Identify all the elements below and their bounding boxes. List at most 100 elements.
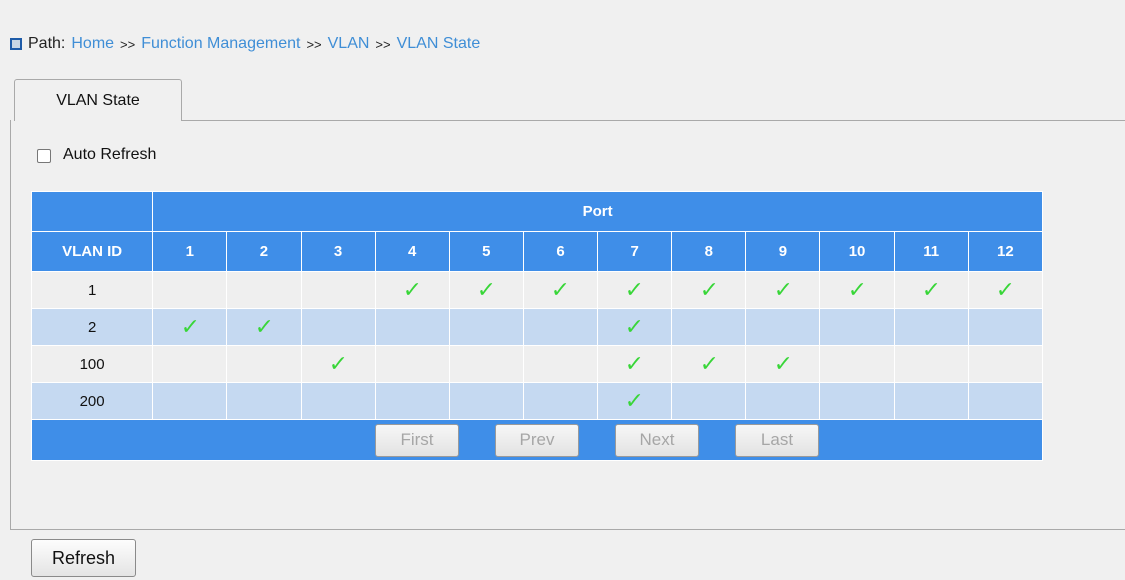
port-membership-cell xyxy=(819,382,895,420)
refresh-button[interactable]: Refresh xyxy=(31,539,136,577)
tab-vlan-state[interactable]: VLAN State xyxy=(14,79,182,121)
port-membership-cell xyxy=(226,382,302,420)
port-column-header: 8 xyxy=(671,231,747,272)
port-membership-cell xyxy=(152,382,228,420)
port-membership-cell: ✓ xyxy=(671,345,747,383)
port-membership-cell xyxy=(152,345,228,383)
port-membership-cell xyxy=(671,382,747,420)
table-row: 200 ✓ xyxy=(30,382,1044,420)
port-membership-cell xyxy=(226,345,302,383)
prev-page-button[interactable]: Prev xyxy=(495,423,579,457)
breadcrumb-function-management[interactable]: Function Management xyxy=(141,35,300,53)
port-column-header: 7 xyxy=(597,231,673,272)
port-membership-cell: ✓ xyxy=(522,271,599,309)
vlan-id-header: VLAN ID xyxy=(30,231,154,272)
port-membership-cell xyxy=(819,345,895,383)
port-membership-cell: ✓ xyxy=(597,308,673,346)
port-header: Port xyxy=(152,191,1043,232)
auto-refresh-toggle[interactable]: Auto Refresh xyxy=(37,146,156,164)
port-column-header: 4 xyxy=(374,231,450,272)
next-page-button[interactable]: Next xyxy=(615,423,699,457)
port-membership-cell: ✓ xyxy=(597,382,673,420)
corner-header-cell xyxy=(30,191,154,232)
path-label: Path: xyxy=(28,35,66,52)
port-membership-cell xyxy=(522,308,599,346)
port-membership-cell: ✓ xyxy=(448,271,524,309)
breadcrumb-separator: >> xyxy=(306,36,322,52)
port-membership-cell: ✓ xyxy=(819,271,895,309)
vlan-id-cell: 200 xyxy=(30,382,154,420)
port-membership-cell xyxy=(152,271,228,309)
port-membership-cell: ✓ xyxy=(226,308,302,346)
port-membership-cell xyxy=(300,308,376,346)
port-membership-cell xyxy=(893,345,969,383)
column-header-row: VLAN ID 1 2 3 4 5 6 7 8 9 10 11 12 xyxy=(30,231,1044,272)
port-membership-cell xyxy=(967,382,1044,420)
pager: First Prev Next Last xyxy=(32,423,1042,457)
port-membership-cell xyxy=(522,345,599,383)
port-membership-cell: ✓ xyxy=(745,345,821,383)
vlan-id-cell: 2 xyxy=(30,308,154,346)
port-column-header: 6 xyxy=(522,231,599,272)
checkmark-icon: ✓ xyxy=(995,277,1016,302)
checkmark-icon: ✓ xyxy=(550,277,571,302)
vlan-state-table: Port VLAN ID 1 2 3 4 5 6 7 8 9 10 11 12 1 ✓ ✓ ✓ ✓ ✓ ✓ ✓ ✓ ✓ 2… xyxy=(30,191,1044,461)
port-membership-cell xyxy=(819,308,895,346)
port-membership-cell xyxy=(522,382,599,420)
port-column-header: 3 xyxy=(300,231,376,272)
path-square-icon xyxy=(10,38,22,50)
port-column-header: 10 xyxy=(819,231,895,272)
breadcrumb-vlan[interactable]: VLAN xyxy=(328,35,370,53)
port-column-header: 11 xyxy=(893,231,969,272)
breadcrumb-home[interactable]: Home xyxy=(71,35,114,53)
port-membership-cell xyxy=(448,382,524,420)
port-membership-cell xyxy=(967,345,1044,383)
port-membership-cell xyxy=(671,308,747,346)
port-membership-cell xyxy=(374,382,450,420)
checkmark-icon: ✓ xyxy=(921,277,942,302)
checkmark-icon: ✓ xyxy=(846,277,868,302)
checkmark-icon: ✓ xyxy=(179,314,200,339)
breadcrumb-separator: >> xyxy=(120,36,136,52)
checkmark-icon: ✓ xyxy=(698,351,719,376)
table-row: 1 ✓ ✓ ✓ ✓ ✓ ✓ ✓ ✓ ✓ xyxy=(30,271,1044,309)
port-membership-cell xyxy=(374,308,450,346)
port-membership-cell: ✓ xyxy=(671,271,747,309)
checkmark-icon: ✓ xyxy=(624,351,645,376)
checkmark-icon: ✓ xyxy=(253,314,275,339)
checkmark-icon: ✓ xyxy=(624,314,645,339)
port-membership-cell: ✓ xyxy=(152,308,228,346)
checkmark-icon: ✓ xyxy=(328,351,349,376)
port-column-header: 12 xyxy=(967,231,1044,272)
checkmark-icon: ✓ xyxy=(402,277,423,302)
checkmark-icon: ✓ xyxy=(476,277,497,302)
table-row: 100 ✓ ✓ ✓ ✓ xyxy=(30,345,1044,383)
port-column-header: 5 xyxy=(448,231,524,272)
port-membership-cell xyxy=(893,308,969,346)
last-page-button[interactable]: Last xyxy=(735,423,819,457)
port-membership-cell xyxy=(374,345,450,383)
port-membership-cell xyxy=(967,308,1044,346)
pager-row: First Prev Next Last xyxy=(31,419,1043,461)
port-membership-cell: ✓ xyxy=(374,271,450,309)
port-membership-cell xyxy=(893,382,969,420)
port-membership-cell: ✓ xyxy=(597,345,673,383)
port-column-header: 9 xyxy=(745,231,821,272)
checkmark-icon: ✓ xyxy=(772,277,794,302)
auto-refresh-label: Auto Refresh xyxy=(63,146,157,163)
port-membership-cell xyxy=(226,271,302,309)
port-membership-cell xyxy=(448,345,524,383)
checkmark-icon: ✓ xyxy=(772,351,794,376)
port-membership-cell: ✓ xyxy=(893,271,969,309)
breadcrumb-vlan-state[interactable]: VLAN State xyxy=(397,35,481,53)
breadcrumb: Path: Home >> Function Management >> VLA… xyxy=(10,33,480,55)
auto-refresh-checkbox[interactable] xyxy=(37,148,51,163)
port-column-header: 1 xyxy=(152,231,228,272)
breadcrumb-separator: >> xyxy=(375,36,391,52)
port-membership-cell xyxy=(300,271,376,309)
port-membership-cell: ✓ xyxy=(745,271,821,309)
first-page-button[interactable]: First xyxy=(375,423,459,457)
port-membership-cell xyxy=(745,308,821,346)
port-membership-cell xyxy=(745,382,821,420)
checkmark-icon: ✓ xyxy=(698,277,719,302)
